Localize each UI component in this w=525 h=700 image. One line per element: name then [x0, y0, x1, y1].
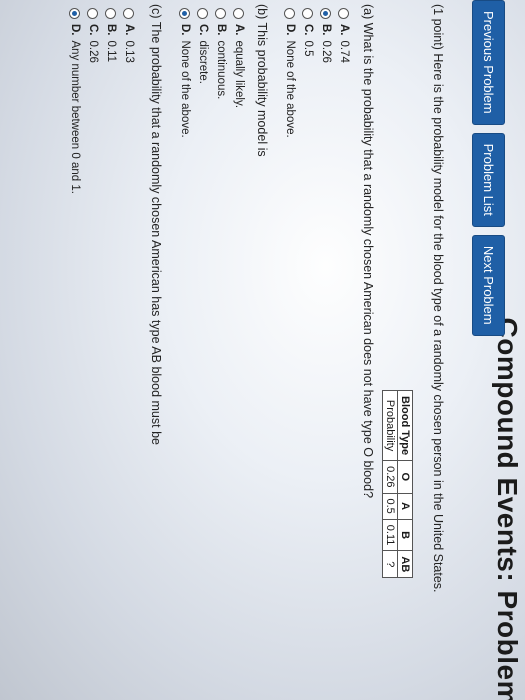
option-text: 0.5: [302, 40, 314, 57]
radio-button[interactable]: [197, 8, 209, 19]
table-cell: 0.5: [382, 493, 398, 520]
table-cell: 0.11: [382, 519, 398, 551]
part-b-option-a[interactable]: A. equally likely.: [233, 8, 245, 108]
option-letter: C.: [197, 24, 209, 36]
table-header-cell: AB: [397, 550, 413, 578]
part-c-option-c[interactable]: C. 0.26: [87, 8, 99, 63]
option-letter: A.: [338, 24, 350, 36]
part-b-option-b[interactable]: B. continuous.: [215, 8, 227, 99]
table-header-cell: A: [397, 493, 413, 520]
part-a-option-d[interactable]: D. None of the above.: [284, 8, 296, 138]
option-text: 0.26: [320, 40, 332, 63]
table-header-row: Blood Type O A B AB: [397, 390, 413, 578]
option-text: continuous.: [215, 40, 227, 100]
table-row: Probability 0.26 0.5 0.11 ?: [382, 390, 398, 578]
probability-table: Blood Type O A B AB Probability 0.26 0.5…: [382, 390, 413, 579]
problem-page: Compound Events: Problem Previous Proble…: [0, 0, 525, 700]
option-text: equally likely.: [233, 40, 245, 109]
option-letter: B.: [320, 24, 332, 36]
part-a-question: (a) What is the probability that a rando…: [361, 4, 375, 499]
part-a-option-a[interactable]: A. 0.74: [338, 8, 350, 63]
table-cell: ?: [382, 550, 398, 578]
table-header-cell: B: [397, 519, 413, 551]
radio-button[interactable]: [338, 8, 350, 19]
option-letter: B.: [105, 24, 117, 36]
page-title: Compound Events: Problem: [492, 317, 523, 700]
option-text: 0.26: [87, 40, 99, 63]
radio-button-selected[interactable]: [320, 8, 332, 19]
problem-navigation: Previous Problem Problem List Next Probl…: [472, 0, 505, 336]
photo-background: Compound Events: Problem Previous Proble…: [0, 0, 525, 700]
part-b-option-c[interactable]: C. discrete.: [197, 8, 209, 84]
table-header-cell: Blood Type: [397, 390, 413, 461]
option-text: 0.11: [105, 40, 117, 63]
option-letter: B.: [215, 24, 227, 36]
option-text: None of the above.: [284, 40, 296, 138]
part-c-option-b[interactable]: B. 0.11: [105, 8, 117, 62]
option-text: Any number between 0 and 1.: [69, 40, 81, 194]
part-a-option-c[interactable]: C. 0.5: [302, 8, 314, 57]
radio-button[interactable]: [105, 8, 117, 19]
option-letter: D.: [69, 24, 81, 36]
option-letter: A.: [233, 24, 245, 36]
radio-button[interactable]: [215, 8, 227, 19]
radio-button-selected[interactable]: [179, 8, 191, 19]
problem-list-button[interactable]: Problem List: [472, 132, 505, 227]
radio-button-selected[interactable]: [69, 8, 81, 19]
radio-button[interactable]: [302, 8, 314, 19]
option-letter: D.: [179, 24, 191, 36]
part-a-option-b[interactable]: B. 0.26: [320, 8, 332, 63]
table-cell: 0.26: [382, 460, 398, 493]
option-text: 0.74: [338, 40, 350, 63]
radio-button[interactable]: [284, 8, 296, 19]
option-letter: C.: [87, 24, 99, 36]
option-letter: A.: [123, 24, 135, 36]
radio-button[interactable]: [233, 8, 245, 19]
option-letter: D.: [284, 24, 296, 36]
table-cell: Probability: [382, 390, 398, 461]
part-b-question: (b) This probability model is: [255, 4, 269, 157]
radio-button[interactable]: [123, 8, 135, 19]
option-text: 0.13: [123, 40, 135, 63]
previous-problem-button[interactable]: Previous Problem: [472, 0, 505, 125]
part-c-option-d[interactable]: D. Any number between 0 and 1.: [69, 8, 81, 194]
option-text: discrete.: [197, 40, 209, 84]
next-problem-button[interactable]: Next Problem: [472, 234, 505, 336]
part-c-question: (c) The probability that a randomly chos…: [149, 4, 163, 445]
problem-intro: (1 point) Here is the probability model …: [431, 4, 445, 593]
table-header-cell: O: [397, 460, 413, 493]
option-letter: C.: [302, 24, 314, 36]
part-b-option-d[interactable]: D. None of the above.: [179, 8, 191, 138]
radio-button[interactable]: [87, 8, 99, 19]
part-c-option-a[interactable]: A. 0.13: [123, 8, 135, 63]
option-text: None of the above.: [179, 40, 191, 138]
